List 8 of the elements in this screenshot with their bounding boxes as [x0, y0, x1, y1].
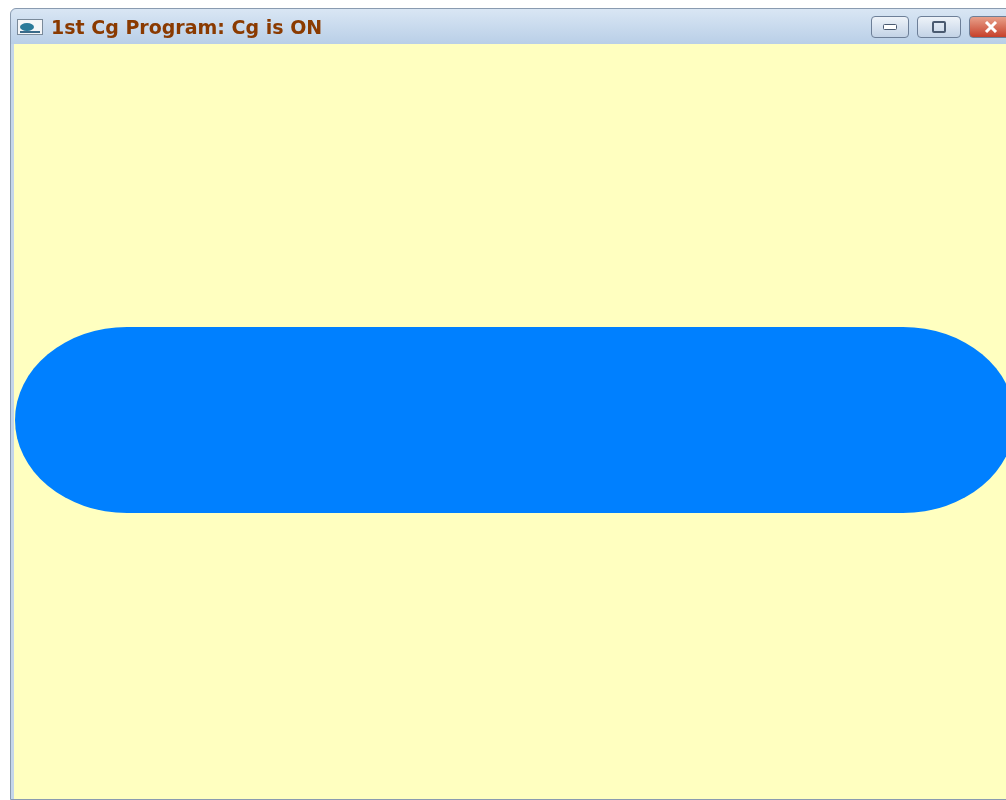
close-button[interactable]	[969, 15, 1006, 38]
minimize-icon	[883, 23, 897, 30]
minimize-button[interactable]	[871, 15, 909, 38]
window-title: 1st Cg Program: Cg is ON	[51, 15, 324, 38]
maximize-icon	[932, 20, 946, 33]
maximize-button[interactable]	[917, 15, 961, 38]
app-icon	[17, 18, 43, 35]
close-icon	[984, 20, 998, 33]
